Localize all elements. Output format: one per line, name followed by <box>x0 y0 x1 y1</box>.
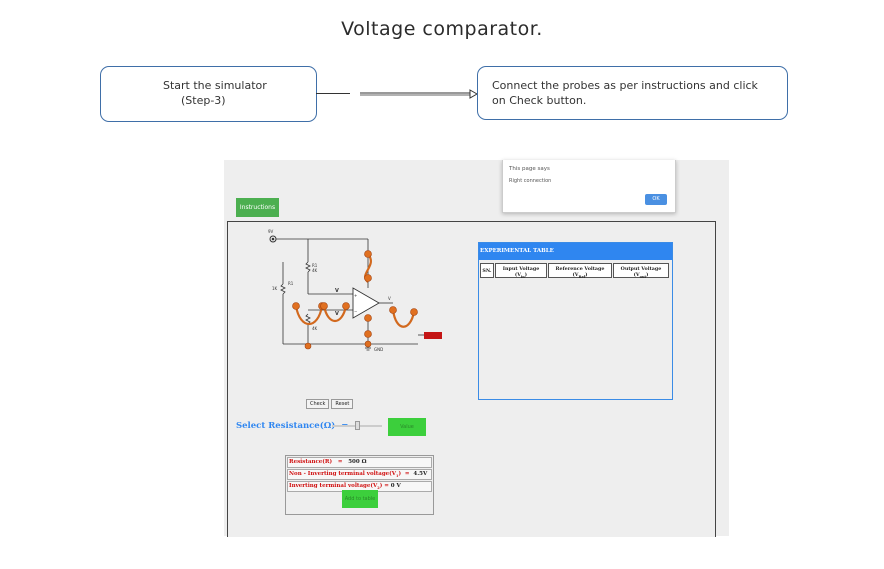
experimental-table: EXPERIMENTAL TABLE SN. Input Voltage (Vin… <box>478 242 673 400</box>
step2-line2: on Check button. <box>492 94 587 107</box>
experimental-table-columns: SN. Input Voltage (Vin) Reference Voltage… <box>480 263 672 279</box>
column-input-voltage: Input Voltage (Vin) <box>495 263 547 279</box>
vout-label: V <box>388 296 391 301</box>
experimental-table-header: EXPERIMENTAL TABLE <box>479 243 672 260</box>
r1-value-label: 4K <box>312 268 318 273</box>
column-output-voltage: Output Voltage (Vout) <box>613 263 669 279</box>
column-reference-voltage: Reference Voltage (VRef) <box>548 263 612 279</box>
svg-text:−: − <box>354 309 357 314</box>
v2-label: V <box>335 311 339 317</box>
step2-line1: Connect the probes as per instructions a… <box>492 79 758 92</box>
simulator-frame: 9V R1 4K 1K R1 4K + − V V V GND Check Re… <box>227 221 716 537</box>
check-reset-row: Check Reset <box>306 399 355 409</box>
connector-line <box>316 93 350 94</box>
gnd-label: GND <box>374 347 383 352</box>
resistor-r1-icon <box>305 261 311 273</box>
simulator-screenshot: This page says Right connection OK Instr… <box>224 160 729 537</box>
step1-line2: (Step-3) <box>181 94 226 107</box>
alert-dialog: This page says Right connection OK <box>502 160 676 213</box>
dialog-title: This page says <box>509 166 550 172</box>
r2-value-label: 4K <box>312 326 318 331</box>
step-box-connect-probes: Connect the probes as per instructions a… <box>477 66 788 120</box>
dialog-message: Right connection <box>509 178 552 184</box>
arrow-right-icon <box>360 89 478 99</box>
step-box-start-simulator: Start the simulator (Step-3) <box>100 66 317 122</box>
resistance-readout-panel: Resistance(R) = 500 Ω Non - Inverting te… <box>285 455 434 515</box>
step1-line1: Start the simulator <box>163 79 267 92</box>
supply-label: 9V <box>268 229 274 234</box>
value-button[interactable]: Value <box>388 418 426 436</box>
led-icon <box>424 332 442 339</box>
reset-button[interactable]: Reset <box>331 399 354 409</box>
check-button[interactable]: Check <box>306 399 330 409</box>
instructions-button[interactable]: Instructions <box>236 198 279 217</box>
resistance-slider-thumb[interactable] <box>354 421 360 430</box>
pot-label: R1 <box>288 281 294 286</box>
circuit-diagram: 9V R1 4K 1K R1 4K + − V V V GND <box>268 229 442 352</box>
page-title: Voltage comparator. <box>341 18 543 40</box>
resistance-row: Resistance(R) = 500 Ω <box>287 457 432 468</box>
column-sn: SN. <box>480 263 494 278</box>
v1-label: V <box>335 288 339 294</box>
dialog-ok-button[interactable]: OK <box>645 194 667 205</box>
rv-label: 1K <box>272 286 278 291</box>
potentiometer-icon <box>280 283 286 295</box>
noninverting-voltage-row: Non - Inverting terminal voltage(V1) = 4… <box>287 469 432 480</box>
svg-text:+: + <box>354 293 357 298</box>
add-to-table-button[interactable]: Add to table <box>342 490 378 508</box>
